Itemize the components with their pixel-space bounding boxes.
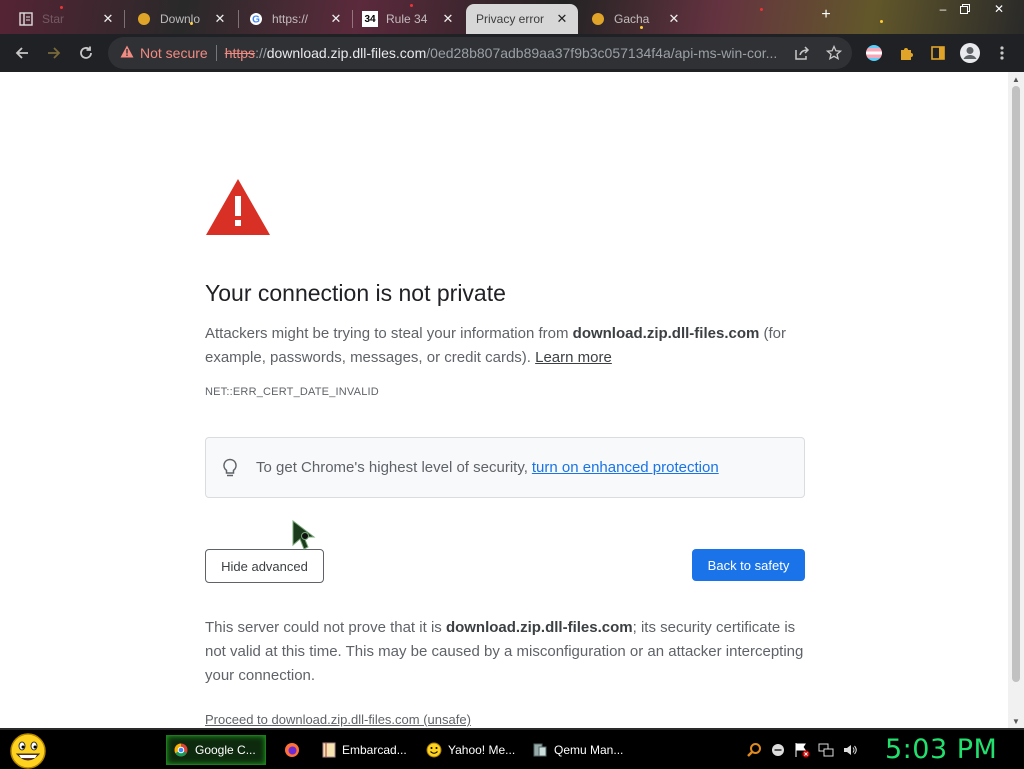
enhanced-protection-link[interactable]: turn on enhanced protection: [532, 459, 719, 476]
yahoo-messenger-icon: [426, 742, 442, 758]
taskbar-item-label: Yahoo! Me...: [448, 743, 516, 757]
tab-title: https://: [272, 12, 309, 26]
taskbar-item-embarcadero[interactable]: Embarcad...: [316, 735, 412, 765]
action-center-flag-icon[interactable]: [794, 742, 810, 758]
lightbulb-icon: [220, 458, 240, 478]
volume-icon[interactable]: [842, 742, 858, 758]
back-to-safety-button[interactable]: Back to safety: [692, 549, 805, 581]
enhanced-protection-text: To get Chrome's highest level of securit…: [256, 459, 528, 476]
taskbar-clock[interactable]: 5:03 PM: [885, 734, 997, 765]
close-icon[interactable]: ✕: [100, 11, 116, 27]
taskbar-item-firefox[interactable]: [278, 735, 308, 765]
sidebar-icon: [18, 11, 34, 27]
tab-title: Downlo: [160, 12, 201, 26]
back-icon[interactable]: [6, 37, 38, 69]
omnibox-divider: [215, 45, 217, 61]
explanation-host: download.zip.dll-files.com: [572, 325, 760, 342]
learn-more-link[interactable]: Learn more: [535, 349, 612, 366]
menu-icon[interactable]: [988, 38, 1016, 68]
tab-rule34[interactable]: 34 Rule 34 ✕: [354, 4, 464, 34]
explanation-paragraph: Attackers might be trying to steal your …: [205, 322, 805, 370]
side-panel-icon[interactable]: [924, 38, 952, 68]
reload-icon[interactable]: [70, 37, 102, 69]
restore-icon[interactable]: [954, 0, 976, 18]
page-scrollbar[interactable]: ▲ ▼: [1008, 72, 1024, 728]
close-window-icon[interactable]: ✕: [988, 0, 1010, 18]
not-secure-label[interactable]: Not secure: [140, 45, 208, 61]
forward-icon[interactable]: [38, 37, 70, 69]
search-icon[interactable]: [746, 742, 762, 758]
taskbar-item-qemu[interactable]: Qemu Man...: [526, 735, 626, 765]
rule34-icon: 34: [362, 11, 378, 27]
profile-flag-icon[interactable]: [860, 38, 888, 68]
warning-triangle-icon: [206, 179, 270, 235]
hide-advanced-button[interactable]: Hide advanced: [205, 549, 324, 583]
warning-icon[interactable]: [120, 45, 134, 61]
browser-toolbar: Not secure https :// download.zip.dll-fi…: [0, 34, 1024, 72]
scrollbar-thumb[interactable]: [1012, 86, 1020, 682]
scroll-down-icon[interactable]: ▼: [1008, 714, 1024, 728]
scroll-up-icon[interactable]: ▲: [1008, 72, 1024, 86]
url-path: /0ed28b807adb89aa37f9b3c057134f4a/api-ms…: [426, 45, 778, 61]
url-scheme: https: [224, 45, 256, 61]
address-bar[interactable]: Not secure https :// download.zip.dll-fi…: [108, 37, 852, 69]
taskbar-item-yahoo-messenger[interactable]: Yahoo! Me...: [420, 735, 520, 765]
enhanced-protection-banner: To get Chrome's highest level of securit…: [205, 437, 805, 498]
extensions-icon[interactable]: [892, 38, 920, 68]
tab-separator: [352, 10, 353, 28]
page-content: Your connection is not private Attackers…: [0, 72, 1008, 728]
gacha-icon: [590, 11, 606, 27]
close-icon[interactable]: ✕: [554, 11, 570, 27]
url-scheme-separator: ://: [255, 45, 267, 61]
minimize-icon[interactable]: –: [932, 0, 954, 18]
page-title: Your connection is not private: [205, 280, 506, 306]
tab-privacy-error[interactable]: Privacy error ✕: [466, 4, 578, 34]
taskbar: Google C... Embarcad... Yahoo! Me... Qem…: [0, 728, 1024, 769]
close-icon[interactable]: ✕: [328, 11, 344, 27]
taskbar-item-label: Google C...: [195, 743, 256, 757]
tab-title: Gacha: [614, 12, 650, 26]
star-icon[interactable]: [820, 38, 848, 68]
explanation-text: Attackers might be trying to steal your …: [205, 325, 573, 342]
tab-title: Privacy error: [476, 12, 545, 26]
tab-strip: Star ✕ Downlo ✕ G https:// ✕ 34 Rule 34 …: [0, 0, 1024, 34]
new-tab-icon[interactable]: +: [815, 6, 837, 24]
taskbar-item-chrome[interactable]: Google C...: [166, 735, 266, 765]
close-icon[interactable]: ✕: [212, 11, 228, 27]
details-paragraph: This server could not prove that it is d…: [205, 616, 805, 688]
downloads-icon: [136, 11, 152, 27]
tab-title: Rule 34: [386, 12, 428, 26]
start-smiley-icon[interactable]: [8, 733, 48, 769]
mouse-cursor-icon: [292, 520, 316, 550]
url-host: download.zip.dll-files.com: [266, 45, 427, 61]
tab-downloads[interactable]: Downlo ✕: [128, 4, 236, 34]
minus-circle-icon[interactable]: [770, 742, 786, 758]
firefox-icon: [284, 742, 300, 758]
google-icon: G: [248, 11, 264, 27]
qemu-icon: [532, 742, 548, 758]
taskbar-item-label: Embarcad...: [342, 743, 407, 757]
close-icon[interactable]: ✕: [666, 11, 682, 27]
tab-google[interactable]: G https:// ✕: [240, 4, 352, 34]
taskbar-item-label: Qemu Man...: [554, 743, 624, 757]
error-code[interactable]: NET::ERR_CERT_DATE_INVALID: [205, 386, 379, 398]
details-text: This server could not prove that it is: [205, 619, 446, 636]
tab-sidebar[interactable]: Star ✕: [10, 4, 124, 34]
share-icon[interactable]: [788, 38, 816, 68]
proceed-unsafe-link[interactable]: Proceed to download.zip.dll-files.com (u…: [205, 712, 471, 727]
tab-gacha[interactable]: Gacha ✕: [582, 4, 690, 34]
tab-title: Star: [42, 12, 65, 26]
close-icon[interactable]: ✕: [440, 11, 456, 27]
tab-separator: [238, 10, 239, 28]
network-icon[interactable]: [818, 742, 834, 758]
chrome-icon: [173, 742, 189, 758]
avatar-icon[interactable]: [956, 38, 984, 68]
svg-text:G: G: [252, 15, 260, 26]
embarcadero-icon: [322, 742, 336, 758]
tab-separator: [124, 10, 125, 28]
details-host: download.zip.dll-files.com: [445, 619, 633, 636]
